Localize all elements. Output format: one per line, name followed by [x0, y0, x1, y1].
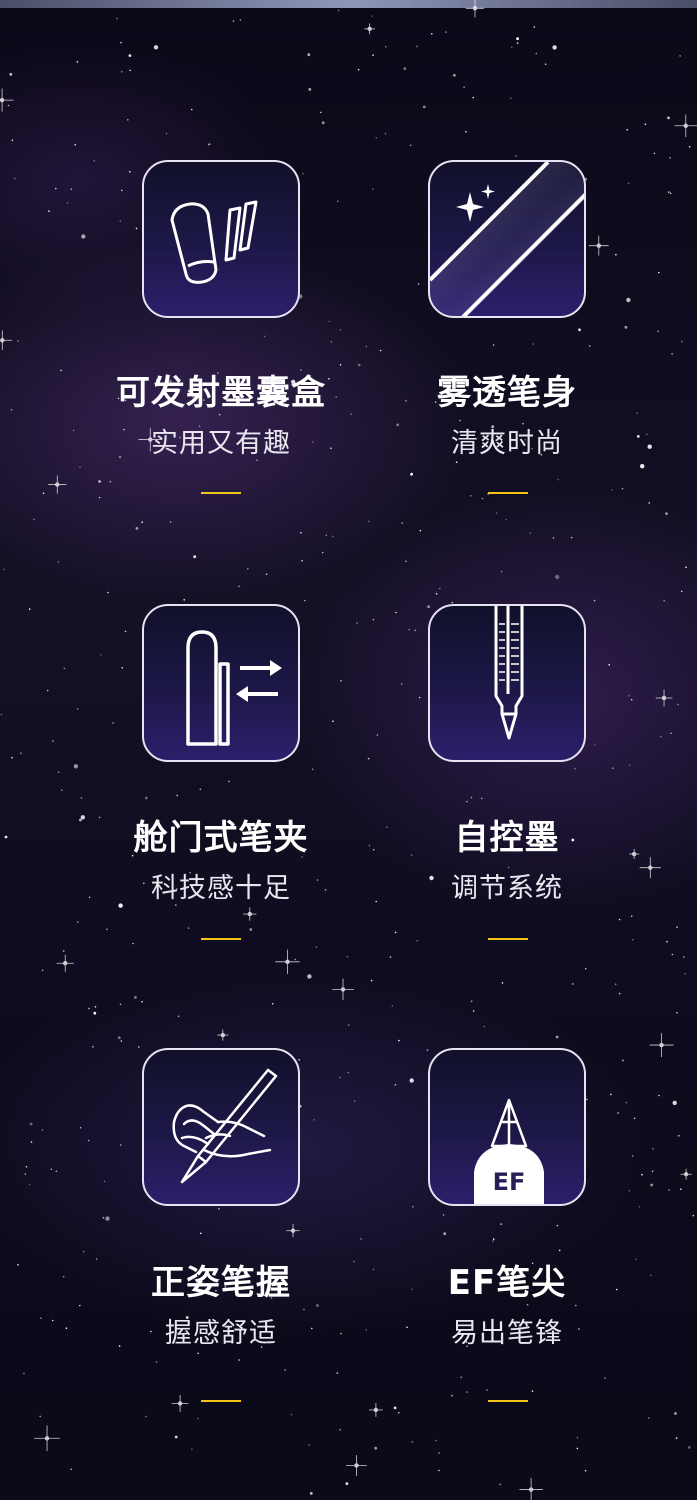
feature-title: 自控墨	[454, 818, 560, 858]
feature-subtitle: 实用又有趣	[151, 428, 291, 459]
accent-dash	[201, 1400, 241, 1402]
feature-subtitle: 易出笔锋	[451, 1318, 563, 1349]
ef-nib-icon: EF	[428, 1048, 586, 1206]
feature-subtitle: 调节系统	[451, 873, 563, 904]
feature-title: 正姿笔握	[151, 1263, 291, 1303]
feature-subtitle: 科技感十足	[151, 873, 291, 904]
ef-nib-label: EF	[493, 1168, 526, 1196]
frosted-barrel-icon	[428, 160, 586, 318]
ink-cartridge-icon	[142, 160, 300, 318]
accent-dash	[488, 938, 528, 940]
feature-title: 雾透笔身	[437, 373, 577, 413]
accent-dash	[488, 492, 528, 494]
accent-dash	[488, 1400, 528, 1402]
feature-title: 舱门式笔夹	[133, 818, 309, 858]
feature-title: EF笔尖	[447, 1263, 567, 1303]
feature-subtitle: 握感舒适	[165, 1318, 277, 1349]
accent-dash	[201, 492, 241, 494]
hatch-clip-icon	[142, 604, 300, 762]
ink-control-icon	[428, 604, 586, 762]
feature-subtitle: 清爽时尚	[451, 428, 563, 459]
pen-grip-hand-icon	[142, 1048, 300, 1206]
accent-dash	[201, 938, 241, 940]
feature-title: 可发射墨囊盒	[116, 373, 326, 413]
